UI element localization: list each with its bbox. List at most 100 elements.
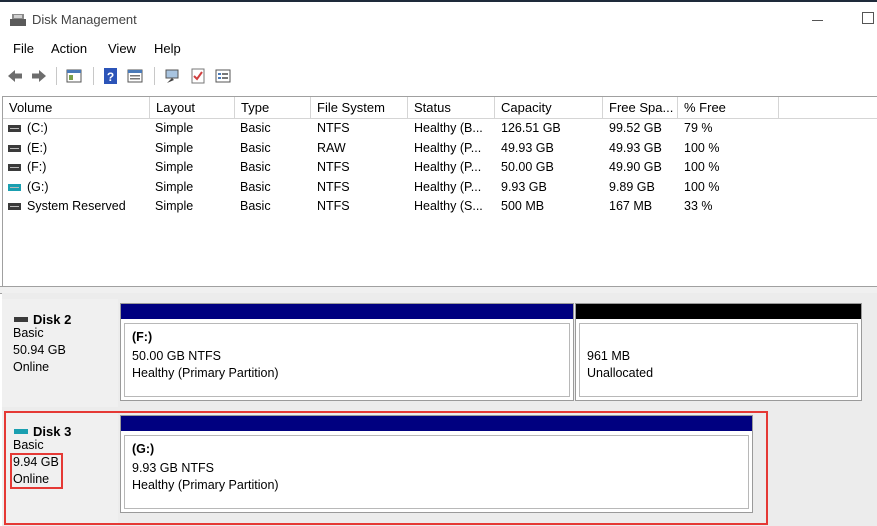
cell-fs: NTFS [317, 160, 350, 174]
cell-capacity: 50.00 GB [501, 160, 554, 174]
forward-arrow-icon[interactable] [30, 67, 48, 85]
disk-status: Online [13, 360, 50, 374]
column-header-file-system[interactable]: File System [311, 97, 408, 118]
table-row[interactable]: (F:) Simple Basic NTFS Healthy (P... 50.00 GB… [3, 158, 877, 177]
volume-drive-icon [8, 203, 21, 210]
menu-help[interactable]: Help [153, 41, 182, 56]
table-row[interactable]: (G:) Simple Basic NTFS Healthy (P... 9.93 GB 9… [3, 178, 877, 197]
cell-fs: NTFS [317, 179, 350, 194]
partition-label: (F:) [132, 330, 153, 344]
disk-size: 9.94 GB [13, 455, 59, 469]
cell-type: Basic [240, 160, 271, 174]
toolbar-separator [56, 67, 57, 85]
column-header-layout[interactable]: Layout [150, 97, 235, 118]
cell-capacity: 500 MB [501, 199, 545, 213]
disk-info-panel[interactable]: Disk 3 Basic 9.94 GB Online [2, 411, 118, 524]
toolbar: ? [0, 64, 877, 88]
column-header-type[interactable]: Type [235, 97, 311, 118]
disk-row: Disk 2 Basic 50.94 GB Online (F:) 50.00 … [2, 299, 877, 407]
cell-status: Healthy (S... [414, 199, 483, 213]
table-row[interactable]: (E:) Simple Basic RAW Healthy (P... 49.93 GB 4… [3, 139, 877, 158]
cell-volume: (C:) [27, 121, 48, 135]
cell-layout: Simple [155, 160, 194, 174]
disk-icon [14, 317, 28, 322]
cell-pct: 100 % [684, 179, 720, 194]
partition-body: (G:) 9.93 GB NTFS Healthy (Primary Parti… [124, 435, 749, 509]
cell-type: Basic [240, 140, 271, 155]
back-arrow-icon[interactable] [6, 67, 24, 85]
menu-bar: File Action View Help [0, 38, 877, 60]
cell-layout: Simple [155, 121, 194, 135]
checklist-icon[interactable] [189, 67, 207, 85]
partition-g[interactable]: (G:) 9.93 GB NTFS Healthy (Primary Parti… [120, 415, 753, 513]
unallocated-label: Unallocated [587, 366, 654, 380]
disk-graphical-view: Disk 2 Basic 50.94 GB Online (F:) 50.00 … [2, 293, 877, 526]
cell-volume: (G:) [27, 179, 49, 194]
menu-view[interactable]: View [107, 41, 137, 56]
disk-info-panel[interactable]: Disk 2 Basic 50.94 GB Online [2, 299, 118, 407]
cell-type: Basic [240, 121, 271, 135]
svg-text:?: ? [107, 70, 114, 84]
cell-free: 99.52 GB [609, 121, 662, 135]
disk-name: Disk 3 [33, 424, 72, 439]
cell-pct: 100 % [684, 140, 720, 155]
cell-free: 167 MB [609, 199, 653, 213]
partition-body: (F:) 50.00 GB NTFS Healthy (Primary Part… [124, 323, 570, 397]
column-header-volume[interactable]: Volume [3, 97, 150, 118]
menu-file[interactable]: File [12, 41, 35, 56]
disk-type: Basic [13, 438, 44, 452]
unallocated-bar [576, 304, 861, 319]
partition-health: Healthy (Primary Partition) [132, 366, 279, 380]
cell-type: Basic [240, 199, 271, 213]
cell-free: 49.90 GB [609, 160, 662, 174]
menu-action[interactable]: Action [50, 41, 88, 56]
cell-layout: Simple [155, 179, 194, 194]
cell-status: Healthy (P... [414, 140, 482, 155]
primary-partition-bar [121, 416, 752, 431]
toolbar-separator [93, 67, 94, 85]
disk-row: Disk 3 Basic 9.94 GB Online (G:) 9.93 GB… [2, 411, 877, 524]
partition-label: (G:) [132, 442, 155, 456]
cell-pct: 79 % [684, 121, 713, 135]
cell-fs: NTFS [317, 199, 350, 213]
column-header-capacity[interactable]: Capacity [495, 97, 603, 118]
volume-drive-icon [8, 164, 21, 171]
cell-fs: NTFS [317, 121, 350, 135]
maximize-button[interactable] [862, 12, 874, 24]
title-bar: Disk Management [0, 2, 877, 36]
disk-size: 50.94 GB [13, 343, 66, 357]
table-row[interactable]: (C:) Simple Basic NTFS Healthy (B... 126.51 G… [3, 119, 877, 138]
column-header-status[interactable]: Status [408, 97, 495, 118]
list-view-icon[interactable] [214, 67, 232, 85]
unallocated-size: 961 MB [587, 349, 631, 363]
column-header-percent-free[interactable]: % Free [678, 97, 779, 118]
disk-status: Online [13, 472, 50, 486]
disk-icon [14, 429, 28, 434]
help-icon[interactable]: ? [102, 67, 120, 85]
connect-icon[interactable] [163, 67, 181, 85]
minimize-button[interactable] [810, 10, 826, 26]
cell-status: Healthy (B... [414, 121, 483, 135]
cell-volume: (F:) [27, 160, 47, 174]
cell-capacity: 49.93 GB [501, 140, 554, 155]
toolbar-separator [154, 67, 155, 85]
volume-drive-icon [8, 183, 21, 191]
column-header-free-space[interactable]: Free Spa... [603, 97, 678, 118]
table-row[interactable]: System Reserved Simple Basic NTFS Healthy (S… [3, 197, 877, 216]
partition-f[interactable]: (F:) 50.00 GB NTFS Healthy (Primary Part… [120, 303, 574, 401]
primary-partition-bar [121, 304, 573, 319]
volume-list-header: Volume Layout Type File System Status Ca… [3, 97, 877, 119]
partition-size-fs: 9.93 GB NTFS [132, 461, 214, 475]
partition-size-fs: 50.00 GB NTFS [132, 349, 221, 363]
cell-pct: 100 % [684, 160, 720, 174]
disk-type: Basic [13, 326, 44, 340]
cell-capacity: 126.51 GB [501, 121, 561, 135]
volume-list[interactable]: Volume Layout Type File System Status Ca… [2, 96, 877, 287]
show-hide-console-tree-icon[interactable] [65, 67, 83, 85]
unallocated-space[interactable]: 961 MB Unallocated [575, 303, 862, 401]
properties-icon[interactable] [126, 67, 144, 85]
partition-body: 961 MB Unallocated [579, 323, 858, 397]
partition-health: Healthy (Primary Partition) [132, 478, 279, 492]
cell-pct: 33 % [684, 199, 713, 213]
cell-layout: Simple [155, 199, 194, 213]
